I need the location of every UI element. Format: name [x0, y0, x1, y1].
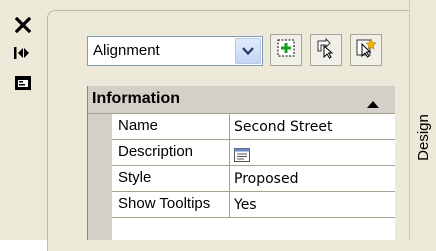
property-value[interactable]	[230, 140, 395, 165]
property-grid-gutter	[88, 114, 112, 240]
category-label: Information	[92, 90, 180, 107]
table-row[interactable]: Name Second Street	[112, 114, 395, 140]
collapse-icon[interactable]	[367, 95, 379, 112]
object-type-value: Alignment	[93, 42, 160, 59]
select-objects-button[interactable]	[310, 34, 342, 66]
property-value[interactable]: Yes	[230, 192, 395, 217]
property-value[interactable]: Proposed	[230, 166, 395, 191]
category-header-information[interactable]: Information	[88, 86, 395, 114]
properties-icon[interactable]	[10, 72, 36, 94]
quick-select-button[interactable]	[350, 34, 382, 66]
auto-hide-icon[interactable]	[10, 42, 36, 64]
property-name: Name	[112, 114, 230, 139]
table-row[interactable]: Style Proposed	[112, 166, 395, 192]
property-name: Description	[112, 140, 230, 165]
property-name: Show Tooltips	[112, 192, 230, 217]
select-objects-icon	[315, 37, 337, 63]
property-name: Style	[112, 166, 230, 191]
table-row[interactable]: Description	[112, 140, 395, 166]
chevron-down-icon[interactable]	[235, 38, 261, 64]
object-type-select[interactable]: Alignment	[87, 36, 263, 66]
property-grid: Information Name Second Street Descripti…	[87, 86, 395, 240]
property-value[interactable]: Second Street	[230, 114, 395, 139]
table-row[interactable]: Show Tooltips Yes	[112, 192, 395, 218]
properties-palette: Alignment Information Name Second Street…	[0, 0, 436, 251]
close-icon[interactable]	[10, 14, 36, 36]
tab-strip: Design	[409, 0, 436, 240]
toggle-pickadd-button[interactable]	[270, 34, 302, 66]
palette-title-strip	[0, 0, 46, 240]
tab-design-label: Design	[414, 113, 432, 161]
toggle-pickadd-icon	[276, 38, 296, 62]
quick-select-icon	[355, 37, 377, 63]
tab-design[interactable]: Design	[412, 92, 434, 182]
